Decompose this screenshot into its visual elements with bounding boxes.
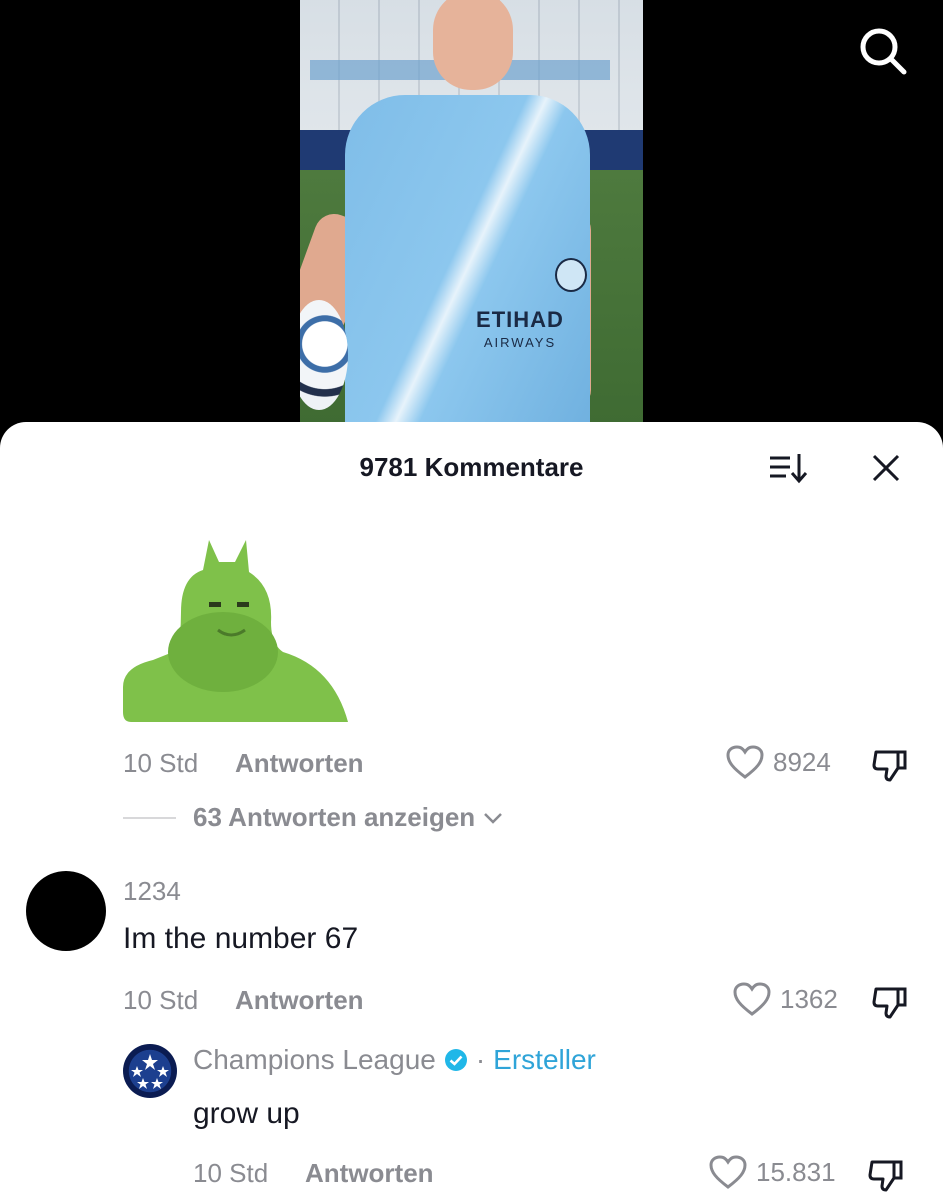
- dislike-icon: [868, 1160, 903, 1192]
- shirt-sponsor-sub: AIRWAYS: [483, 335, 557, 350]
- close-button[interactable]: [866, 448, 906, 488]
- like-count: 15.831: [756, 1156, 836, 1187]
- separator: ·: [475, 1044, 486, 1075]
- video-player[interactable]: ETIHAD AIRWAYS: [0, 0, 943, 440]
- view-replies-label: 63 Antworten anzeigen: [193, 802, 476, 832]
- comment-time: 10 Std: [123, 748, 199, 778]
- dislike-button[interactable]: [870, 744, 910, 784]
- dislike-icon: [872, 987, 907, 1019]
- search-icon: [860, 28, 907, 75]
- sticker-image: [123, 540, 348, 722]
- reply-text: grow up: [193, 1097, 300, 1130]
- creator-badge: Ersteller: [493, 1044, 596, 1075]
- close-icon: [872, 454, 900, 482]
- sort-icon: [770, 454, 808, 484]
- avatar[interactable]: [26, 871, 106, 951]
- player-shirt: ETIHAD AIRWAYS: [345, 95, 590, 440]
- reply-button[interactable]: Antworten: [235, 985, 364, 1016]
- like-button[interactable]: 1362: [732, 981, 838, 1017]
- sort-button[interactable]: [766, 448, 812, 488]
- heart-icon: [726, 745, 764, 779]
- shirt-sponsor: ETIHAD: [476, 307, 564, 332]
- club-crest: [555, 258, 587, 292]
- like-count: 1362: [780, 983, 838, 1014]
- reply-header: Champions League · Ersteller: [193, 1044, 596, 1076]
- comment-text: Im the number 67: [123, 922, 359, 955]
- star-ball-icon: [131, 1054, 169, 1089]
- like-button[interactable]: 15.831: [708, 1154, 836, 1190]
- dislike-icon: [872, 750, 907, 782]
- dislike-button[interactable]: [866, 1154, 906, 1194]
- reply-username[interactable]: Champions League: [193, 1044, 436, 1076]
- reply-button[interactable]: Antworten: [235, 748, 364, 779]
- replies-divider: [123, 817, 176, 819]
- like-button[interactable]: 8924: [725, 744, 831, 780]
- avatar[interactable]: [123, 1044, 177, 1098]
- search-button[interactable]: [856, 24, 908, 76]
- dislike-button[interactable]: [870, 981, 910, 1021]
- player-head: [433, 0, 513, 90]
- comments-sheet: 9781 Kommentare 10 Std Antworten 8924 63…: [0, 422, 943, 1200]
- reply-time: 10 Std: [193, 1158, 269, 1188]
- heart-icon: [733, 982, 771, 1016]
- heart-icon: [709, 1155, 747, 1189]
- chevron-down-icon: [484, 812, 503, 824]
- video-frame[interactable]: ETIHAD AIRWAYS: [300, 0, 643, 440]
- reply-button[interactable]: Antworten: [305, 1158, 434, 1189]
- comment-username[interactable]: 1234: [123, 876, 181, 907]
- like-count: 8924: [773, 746, 831, 777]
- comment-time: 10 Std: [123, 985, 199, 1015]
- view-replies-button[interactable]: 63 Antworten anzeigen: [193, 802, 503, 833]
- verified-icon: [444, 1049, 467, 1071]
